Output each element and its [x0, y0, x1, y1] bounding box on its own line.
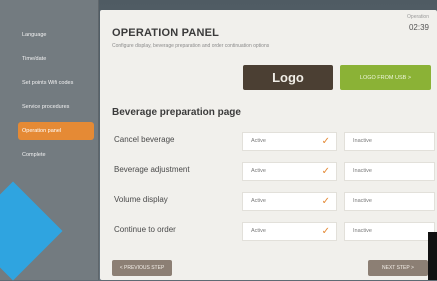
option-label: Inactive [353, 228, 372, 234]
option-label: Inactive [353, 138, 372, 144]
option-inactive[interactable]: Inactive [344, 132, 435, 151]
option-label: Inactive [353, 198, 372, 204]
option-label: Inactive [353, 168, 372, 174]
option-label: Active [251, 228, 266, 234]
device-screen: Language Time/date Set points Wifi codes… [0, 0, 437, 281]
main-panel: Operation 02:39 OPERATION PANEL Configur… [100, 10, 437, 280]
check-icon: ✓ [321, 196, 330, 207]
option-label: Active [251, 168, 266, 174]
status-label: Operation [407, 14, 429, 20]
logo-from-usb-button[interactable]: LOGO FROM USB > [340, 65, 431, 90]
row-label: Cancel beverage [114, 135, 175, 144]
sidebar-item-language[interactable]: Language [18, 26, 94, 44]
option-active[interactable]: Active ✓ [242, 192, 337, 211]
logo-preview: Logo [243, 65, 333, 90]
sidebar-item-set-points[interactable]: Set points Wifi codes [18, 74, 94, 92]
row-label: Beverage adjustment [114, 165, 190, 174]
check-icon: ✓ [321, 136, 330, 147]
row-label: Continue to order [114, 225, 176, 234]
sidebar-item-time-date[interactable]: Time/date [18, 50, 94, 68]
page-title: OPERATION PANEL [112, 27, 220, 39]
option-inactive[interactable]: Inactive [344, 192, 435, 211]
row-label: Volume display [114, 195, 168, 204]
setting-row-cancel-beverage: Cancel beverage Active ✓ Inactive [112, 132, 435, 151]
setting-row-beverage-adjustment: Beverage adjustment Active ✓ Inactive [112, 162, 435, 181]
sidebar-item-complete[interactable]: Complete [18, 146, 94, 164]
section-title: Beverage preparation page [112, 107, 241, 118]
option-active[interactable]: Active ✓ [242, 162, 337, 181]
check-icon: ✓ [321, 226, 330, 237]
previous-step-button[interactable]: < PREVIOUS STEP [112, 260, 172, 276]
sidebar-item-operation-panel[interactable]: Operation panel [18, 122, 94, 140]
option-active[interactable]: Active ✓ [242, 222, 337, 241]
page-subtitle: Configure display, beverage preparation … [112, 43, 270, 49]
option-label: Active [251, 198, 266, 204]
clock-time: 02:39 [408, 23, 429, 32]
next-step-button[interactable]: NEXT STEP > [368, 260, 428, 276]
option-active[interactable]: Active ✓ [242, 132, 337, 151]
decorative-bracket-shape [428, 232, 437, 280]
setting-row-continue-to-order: Continue to order Active ✓ Inactive [112, 222, 435, 241]
option-label: Active [251, 138, 266, 144]
sidebar-item-service[interactable]: Service procedures [18, 98, 94, 116]
setting-row-volume-display: Volume display Active ✓ Inactive [112, 192, 435, 211]
option-inactive[interactable]: Inactive [344, 162, 435, 181]
check-icon: ✓ [321, 166, 330, 177]
option-inactive[interactable]: Inactive [344, 222, 435, 241]
